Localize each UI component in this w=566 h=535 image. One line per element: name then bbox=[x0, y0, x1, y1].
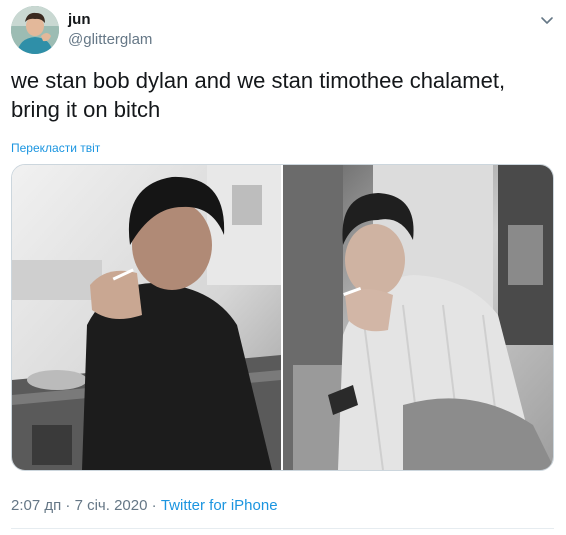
tweet-text: we stan bob dylan and we stan timothee c… bbox=[11, 68, 506, 122]
tweet-date[interactable]: 7 січ. 2020 bbox=[75, 497, 148, 514]
chevron-down-icon bbox=[541, 17, 553, 24]
tweet-meta: 2:07 дп · 7 січ. 2020 · Twitter for iPho… bbox=[11, 497, 278, 514]
meta-separator: · bbox=[65, 497, 71, 514]
profile-photo-icon bbox=[11, 6, 59, 54]
tweet-source-link[interactable]: Twitter for iPhone bbox=[161, 497, 278, 514]
user-handle[interactable]: @glitterglam bbox=[68, 31, 152, 48]
photo-man-lighting-cigarette bbox=[12, 165, 281, 470]
tweet-time[interactable]: 2:07 дп bbox=[11, 497, 61, 514]
meta-separator: · bbox=[151, 497, 157, 514]
divider bbox=[11, 528, 554, 529]
avatar[interactable] bbox=[11, 6, 59, 54]
photo-left[interactable] bbox=[12, 165, 281, 470]
more-options-button[interactable] bbox=[539, 12, 555, 28]
photo-right[interactable] bbox=[283, 165, 553, 470]
photo-young-man-smoking bbox=[283, 165, 553, 470]
translate-tweet-link[interactable]: Перекласти твіт bbox=[11, 141, 100, 155]
display-name[interactable]: jun bbox=[68, 11, 91, 28]
tweet-media bbox=[11, 164, 554, 471]
tweet-card: jun @glitterglam we stan bob dylan and w… bbox=[0, 0, 566, 535]
